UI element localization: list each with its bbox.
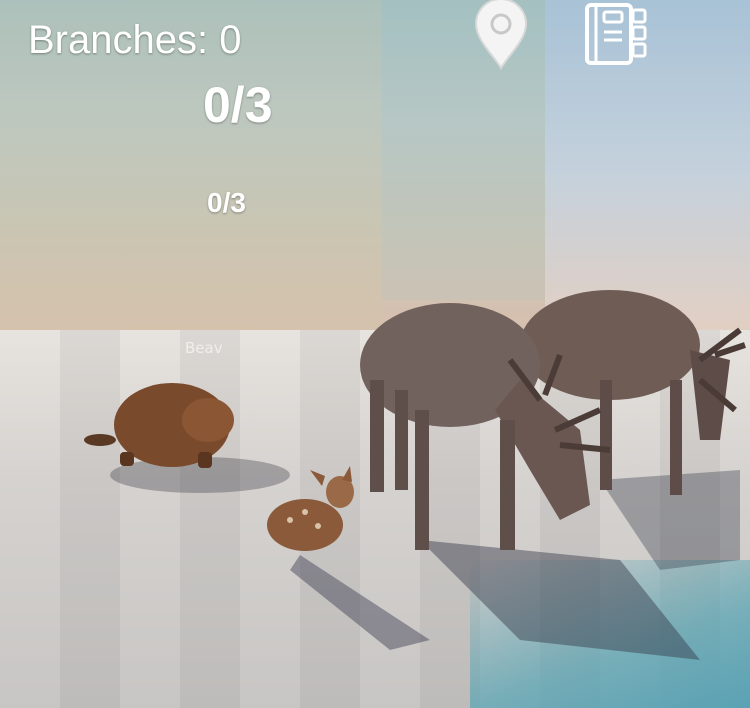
branches-label: Branches: [28,18,209,62]
game-scene[interactable]: Branches: 0 0/3 0/3 Beav [0,0,750,708]
faded-label: Beav [185,339,223,357]
progress-primary: 0/3 [203,77,273,133]
progress-secondary: 0/3 [207,187,246,218]
branches-counter: Branches: 0 [28,18,241,63]
map-pin-icon[interactable] [472,0,530,70]
journal-icon[interactable] [584,2,648,66]
beaver[interactable] [84,383,234,468]
branches-count: 0 [219,18,242,62]
animal-layer [84,290,746,660]
fawn-shadow [290,555,430,650]
